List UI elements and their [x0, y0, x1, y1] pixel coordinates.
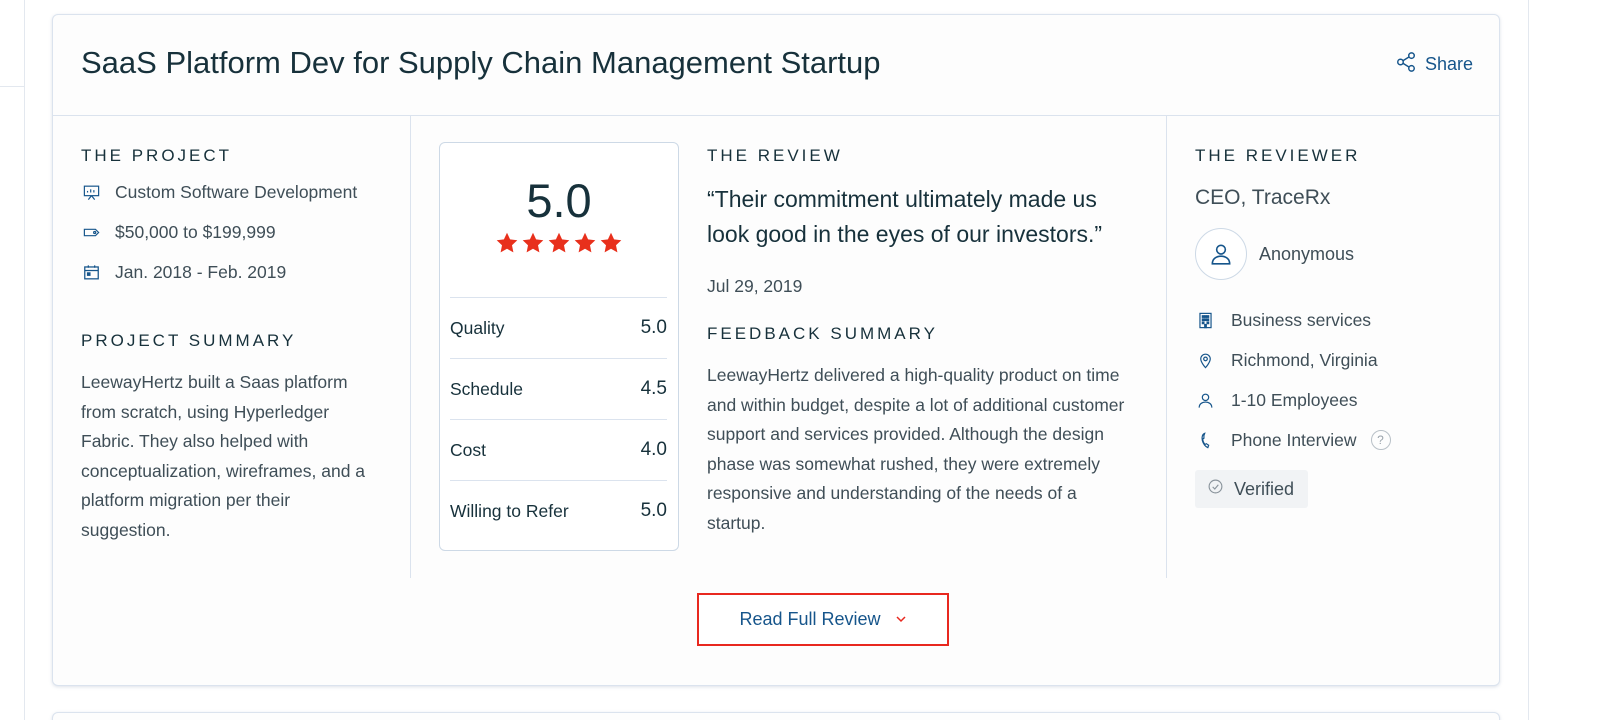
- score-label: Schedule: [450, 378, 523, 399]
- reviewer-review-type-text: Phone Interview: [1231, 429, 1357, 450]
- review-section-label: THE REVIEW: [707, 146, 843, 165]
- star-rating: [440, 231, 678, 255]
- person-icon: [1195, 390, 1215, 410]
- project-service-text: Custom Software Development: [115, 181, 358, 202]
- project-dates: Jan. 2018 - Feb. 2019: [81, 252, 357, 292]
- project-meta: Custom Software Development $50,000 to $…: [81, 172, 357, 292]
- reviewer-column: THE REVIEWER CEO, TraceRx Anonymous Busi…: [1167, 116, 1501, 578]
- share-icon: [1395, 51, 1417, 78]
- review-quote: “Their commitment ultimately made us loo…: [707, 186, 1103, 247]
- reviewer-location-text: Richmond, Virginia: [1231, 349, 1378, 370]
- score-row-quality: Quality 5.0: [450, 297, 667, 358]
- phone-icon: [1195, 430, 1215, 450]
- help-icon[interactable]: ?: [1370, 430, 1391, 450]
- star-icon: [600, 232, 622, 253]
- next-review-card: [52, 712, 1500, 720]
- score-row-cost: Cost 4.0: [450, 419, 667, 480]
- read-full-review-button[interactable]: Read Full Review: [697, 593, 949, 646]
- reviewer-identity: Anonymous: [1195, 228, 1354, 280]
- reviewer-company-size: 1-10 Employees: [1195, 380, 1391, 420]
- project-budget-text: $50,000 to $199,999: [115, 221, 276, 242]
- score-label: Cost: [450, 439, 486, 460]
- building-icon: [1195, 310, 1215, 330]
- reviewer-industry-text: Business services: [1231, 309, 1372, 330]
- score-value: 4.0: [640, 439, 667, 460]
- chevron-down-icon: [895, 609, 907, 630]
- user-icon: [1211, 244, 1231, 265]
- score-value: 5.0: [640, 317, 667, 338]
- reviewer-section-label: THE REVIEWER: [1195, 146, 1361, 165]
- review-date: Jul 29, 2019: [707, 276, 803, 296]
- review-title: SaaS Platform Dev for Supply Chain Manag…: [81, 45, 881, 80]
- star-icon: [574, 232, 596, 253]
- project-service: Custom Software Development: [81, 172, 357, 212]
- score-row-schedule: Schedule 4.5: [450, 358, 667, 419]
- star-icon: [548, 232, 570, 253]
- score-breakdown: Quality 5.0 Schedule 4.5 Cost 4.0 Willin…: [450, 297, 667, 541]
- reviewer-name: Anonymous: [1259, 243, 1355, 264]
- reviewer-location: Richmond, Virginia: [1195, 340, 1391, 380]
- review-card: SaaS Platform Dev for Supply Chain Manag…: [52, 14, 1500, 686]
- star-icon: [522, 232, 544, 253]
- feedback-summary-label: FEEDBACK SUMMARY: [707, 324, 938, 343]
- reviewer-meta: Business services Richmond, Virginia 1-1…: [1195, 300, 1391, 460]
- score-row-willing-to-refer: Willing to Refer 5.0: [450, 480, 667, 541]
- reviewer-review-type: Phone Interview ?: [1195, 420, 1391, 460]
- right-divider: [1528, 0, 1529, 720]
- calendar-icon: [81, 262, 101, 282]
- star-icon: [496, 232, 518, 253]
- left-divider-stub: [0, 86, 24, 87]
- score-box: 5.0 Quality 5.0 Schedule 4.5 Cost 4.0 Wi…: [439, 142, 679, 551]
- reviewer-industry: Business services: [1195, 300, 1391, 340]
- share-button[interactable]: Share: [1395, 51, 1473, 78]
- project-summary-label: PROJECT SUMMARY: [81, 331, 297, 350]
- price-tag-icon: [81, 222, 101, 242]
- avatar: [1195, 228, 1247, 280]
- project-dates-text: Jan. 2018 - Feb. 2019: [115, 261, 287, 282]
- score-label: Quality: [450, 317, 505, 338]
- card-header: SaaS Platform Dev for Supply Chain Manag…: [53, 15, 1499, 116]
- review-column: 5.0 Quality 5.0 Schedule 4.5 Cost 4.0 Wi…: [411, 116, 1167, 578]
- reviewer-company-size-text: 1-10 Employees: [1231, 389, 1358, 410]
- overall-score: 5.0: [526, 174, 592, 227]
- project-column: THE PROJECT Custom Software Development: [53, 116, 411, 578]
- project-section-label: THE PROJECT: [81, 146, 233, 165]
- page: SaaS Platform Dev for Supply Chain Manag…: [0, 0, 1600, 720]
- share-label: Share: [1424, 54, 1473, 74]
- check-circle-icon: [1207, 478, 1224, 500]
- verified-label: Verified: [1234, 478, 1295, 499]
- verified-badge: Verified: [1195, 470, 1309, 508]
- score-value: 4.5: [640, 378, 667, 399]
- project-budget: $50,000 to $199,999: [81, 212, 357, 252]
- project-summary-text: LeewayHertz built a Saas platform from s…: [81, 372, 366, 540]
- reviewer-title: CEO, TraceRx: [1195, 186, 1331, 209]
- feedback-summary-text: LeewayHertz delivered a high-quality pro…: [707, 365, 1125, 533]
- score-value: 5.0: [640, 500, 667, 521]
- read-full-review-label: Read Full Review: [739, 609, 881, 629]
- presentation-icon: [81, 182, 101, 202]
- location-pin-icon: [1195, 350, 1215, 370]
- score-label: Willing to Refer: [450, 500, 569, 521]
- left-divider: [24, 0, 25, 720]
